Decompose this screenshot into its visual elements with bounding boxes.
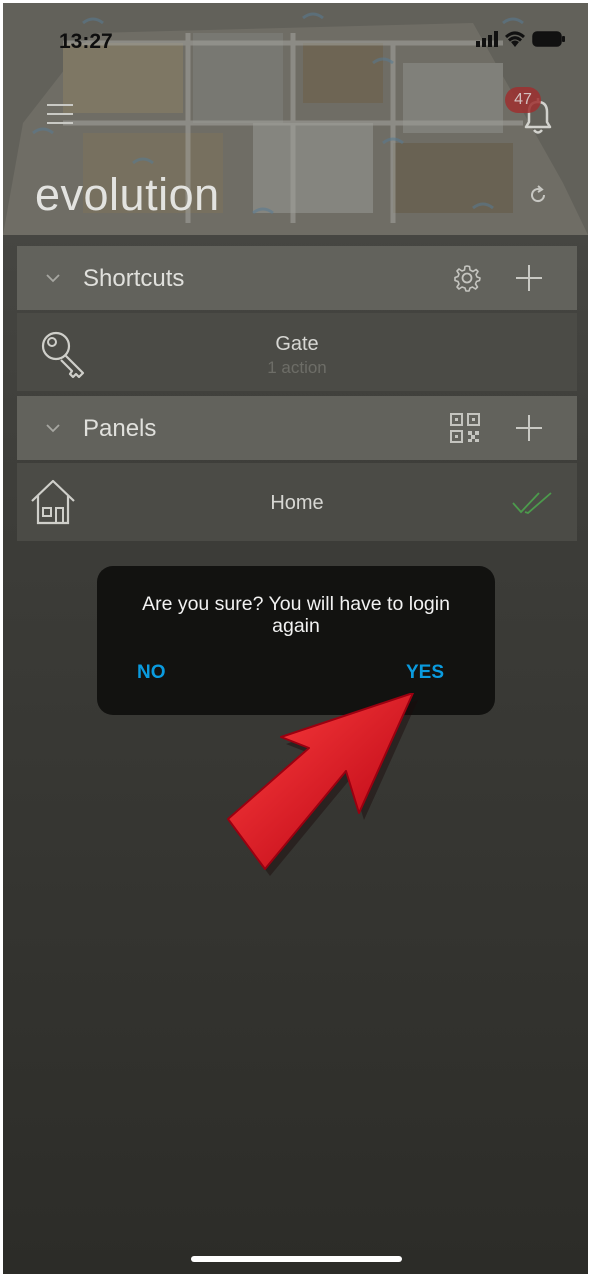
add-panel-icon[interactable] [513,412,545,444]
chevron-down-icon[interactable] [45,270,61,286]
header: 13:27 47 evolution [3,3,588,235]
panels-section-header[interactable]: Panels [17,396,577,460]
shortcut-item-gate[interactable]: Gate 1 action [17,313,577,391]
notification-badge: 47 [505,87,541,113]
panel-item-home[interactable]: Home [17,463,577,541]
status-time: 13:27 [59,30,113,53]
dialog-message: Are you sure? You will have to login aga… [142,593,450,637]
gear-icon[interactable] [451,262,483,294]
panels-label: Panels [83,415,157,442]
panel-title: Home [270,492,324,514]
add-shortcut-icon[interactable] [513,262,545,294]
no-button[interactable]: NO [137,662,166,684]
battery-icon [532,31,565,47]
qr-code-icon[interactable] [449,412,481,444]
double-check-icon [512,492,552,515]
app-title: evolution [35,169,220,220]
shortcut-subtitle: 1 action [267,358,327,377]
shortcut-title: Gate [275,333,319,355]
shortcuts-section-header[interactable]: Shortcuts [17,246,577,310]
status-icons [476,31,566,47]
yes-button[interactable]: YES [406,662,444,684]
app-screen: 13:27 47 evolution Shortcuts Gate 1 acti… [3,3,588,1274]
wifi-icon [505,31,525,47]
red-arrow-annotation [227,693,418,876]
menu-icon[interactable] [47,104,73,124]
signal-icon [476,31,498,47]
home-indicator [191,1256,402,1262]
chevron-down-icon[interactable] [45,420,61,436]
refresh-icon[interactable] [526,183,550,207]
shortcuts-label: Shortcuts [83,265,185,292]
